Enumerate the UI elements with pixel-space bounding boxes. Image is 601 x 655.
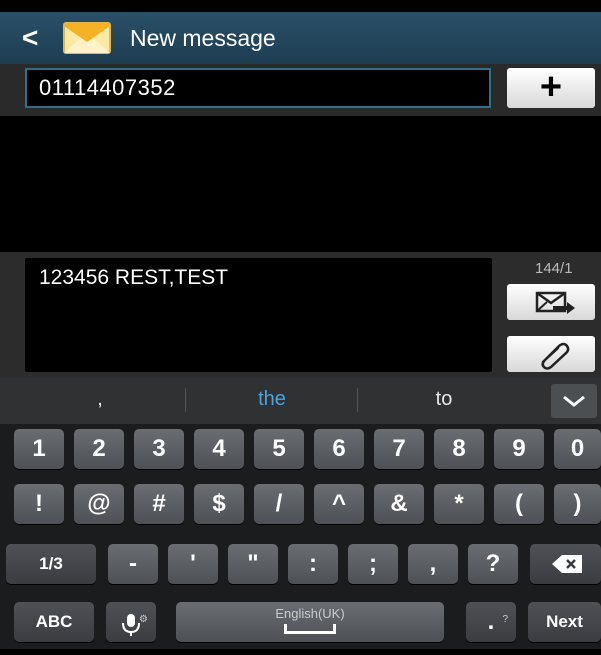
- key-ampersand[interactable]: &: [374, 484, 424, 524]
- settings-hint-icon: ⚙: [139, 614, 148, 625]
- recipient-bar: 01114407352 +: [0, 64, 601, 116]
- key-symbols-page[interactable]: 1/3: [6, 544, 96, 584]
- key-slash[interactable]: /: [254, 484, 304, 524]
- paperclip-icon: [541, 342, 570, 370]
- key-0[interactable]: 0: [554, 429, 601, 469]
- period-key[interactable]: ? .: [466, 602, 516, 642]
- mic-key[interactable]: ⚙: [106, 602, 156, 642]
- suggestion-item[interactable]: ,: [40, 388, 160, 411]
- backspace-key[interactable]: [530, 544, 601, 584]
- key-5[interactable]: 5: [254, 429, 304, 469]
- conversation-area: [0, 116, 601, 252]
- page-title: New message: [130, 25, 276, 51]
- attach-button[interactable]: [507, 336, 595, 372]
- key-9[interactable]: 9: [494, 429, 544, 469]
- divider: [357, 388, 358, 412]
- back-icon[interactable]: <: [22, 22, 38, 54]
- space-language-label: English(UK): [275, 606, 345, 621]
- space-icon: [284, 624, 336, 634]
- collapse-suggestions-button[interactable]: [551, 384, 597, 418]
- keyboard: 1 2 3 4 5 6 7 8 9 0 ! @ # $ / ^ & * ( ) …: [0, 424, 601, 649]
- key-open-paren[interactable]: (: [494, 484, 544, 524]
- recipient-field[interactable]: 01114407352: [25, 68, 491, 108]
- message-input[interactable]: 123456 REST,TEST: [25, 258, 492, 372]
- key-close-paren[interactable]: ): [554, 484, 601, 524]
- character-counter: 144/1: [535, 260, 573, 277]
- key-3[interactable]: 3: [134, 429, 184, 469]
- key-hash[interactable]: #: [134, 484, 184, 524]
- add-recipient-button[interactable]: +: [507, 68, 595, 108]
- next-key[interactable]: Next: [528, 602, 601, 642]
- question-hint: ?: [502, 614, 508, 625]
- space-key[interactable]: English(UK): [176, 602, 444, 642]
- send-icon: [535, 291, 575, 314]
- key-question[interactable]: ?: [468, 544, 518, 584]
- key-dollar[interactable]: $: [194, 484, 244, 524]
- status-bar: [0, 0, 601, 12]
- key-dash[interactable]: -: [108, 544, 158, 584]
- key-quote[interactable]: ": [228, 544, 278, 584]
- key-7[interactable]: 7: [374, 429, 424, 469]
- app-header: < New message: [0, 12, 601, 65]
- send-button[interactable]: [507, 284, 595, 320]
- key-1[interactable]: 1: [14, 429, 64, 469]
- key-2[interactable]: 2: [74, 429, 124, 469]
- key-caret[interactable]: ^: [314, 484, 364, 524]
- key-exclamation[interactable]: !: [14, 484, 64, 524]
- key-8[interactable]: 8: [434, 429, 484, 469]
- composer-bar: 123456 REST,TEST 144/1: [0, 252, 601, 378]
- key-6[interactable]: 6: [314, 429, 364, 469]
- suggestion-item[interactable]: the: [212, 388, 332, 411]
- backspace-icon: [552, 555, 582, 573]
- microphone-icon: [122, 614, 140, 636]
- key-apostrophe[interactable]: ': [168, 544, 218, 584]
- key-at[interactable]: @: [74, 484, 124, 524]
- period-label: .: [487, 608, 495, 635]
- key-semicolon[interactable]: ;: [348, 544, 398, 584]
- key-asterisk[interactable]: *: [434, 484, 484, 524]
- divider: [185, 388, 186, 412]
- key-comma[interactable]: ,: [408, 544, 458, 584]
- envelope-icon: [63, 22, 111, 54]
- abc-key[interactable]: ABC: [14, 602, 94, 642]
- suggestion-item[interactable]: to: [384, 388, 504, 411]
- key-colon[interactable]: :: [288, 544, 338, 584]
- suggestion-bar: , the to: [0, 378, 601, 424]
- chevron-down-icon: [563, 395, 585, 407]
- key-4[interactable]: 4: [194, 429, 244, 469]
